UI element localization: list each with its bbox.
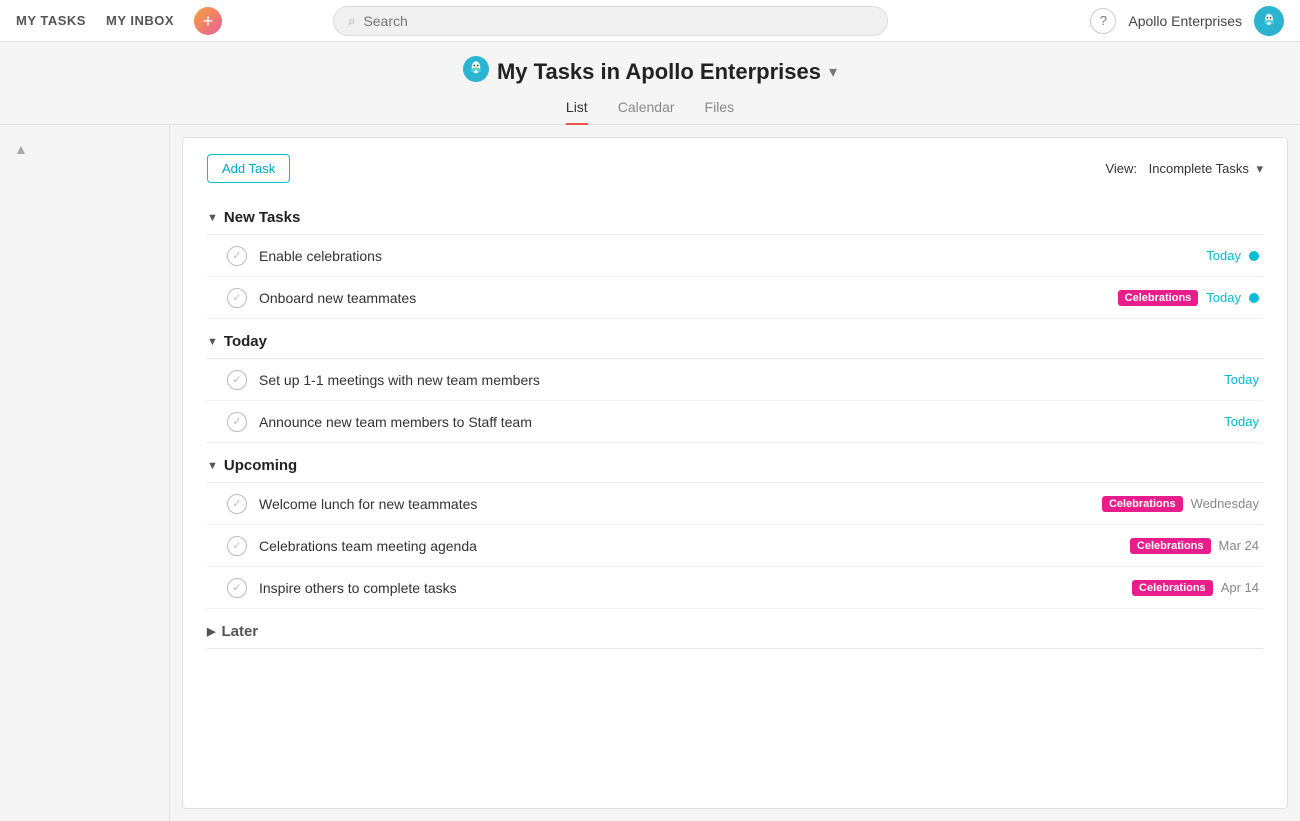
top-nav: MY TASKS MY INBOX + ⌕ ? Apollo Enterpris… [0, 0, 1300, 42]
task-dot-icon [1249, 251, 1259, 261]
sidebar-collapse-icon[interactable]: ▲ [0, 135, 169, 163]
task-right: Celebrations Wednesday [1102, 496, 1259, 512]
task-name: Set up 1-1 meetings with new team member… [259, 372, 1212, 388]
task-check-icon[interactable]: ✓ [227, 412, 247, 432]
task-check-icon[interactable]: ✓ [227, 246, 247, 266]
task-right: Celebrations Apr 14 [1132, 580, 1259, 596]
task-name: Inspire others to complete tasks [259, 580, 1120, 596]
section-label-upcoming: Upcoming [224, 457, 297, 474]
page-icon [463, 56, 489, 88]
section-upcoming: ▼ Upcoming ✓ Welcome lunch for new teamm… [183, 443, 1287, 609]
search-icon: ⌕ [348, 13, 355, 29]
page-header: My Tasks in Apollo Enterprises ▾ List Ca… [0, 42, 1300, 125]
view-value: Incomplete Tasks [1149, 161, 1249, 176]
my-inbox-nav[interactable]: MY INBOX [106, 13, 174, 28]
task-date: Today [1224, 414, 1259, 429]
celebrations-tag: Celebrations [1118, 290, 1199, 306]
section-label-new-tasks: New Tasks [224, 209, 300, 226]
section-chevron-icon: ▶ [207, 625, 215, 638]
task-row[interactable]: ✓ Inspire others to complete tasks Celeb… [207, 567, 1263, 609]
task-date: Today [1224, 372, 1259, 387]
task-row[interactable]: ✓ Set up 1-1 meetings with new team memb… [207, 359, 1263, 401]
help-button[interactable]: ? [1090, 8, 1116, 34]
section-chevron-icon: ▼ [207, 460, 218, 472]
org-name: Apollo Enterprises [1128, 13, 1242, 29]
view-selector[interactable]: View: Incomplete Tasks ▾ [1105, 161, 1263, 177]
sidebar: ▲ [0, 125, 170, 821]
task-date: Today [1206, 290, 1241, 305]
section-header-today[interactable]: ▼ Today [207, 319, 1263, 358]
task-row[interactable]: ✓ Celebrations team meeting agenda Celeb… [207, 525, 1263, 567]
task-row[interactable]: ✓ Enable celebrations Today [207, 235, 1263, 277]
task-date: Today [1206, 248, 1241, 263]
task-name: Onboard new teammates [259, 290, 1106, 306]
tabs: List Calendar Files [0, 98, 1300, 125]
section-header-new-tasks[interactable]: ▼ New Tasks [207, 195, 1263, 234]
task-right: Celebrations Mar 24 [1130, 538, 1259, 554]
nav-right: ? Apollo Enterprises [1090, 6, 1284, 36]
task-right: Today [1224, 414, 1259, 429]
layout: ▲ Add Task View: Incomplete Tasks ▾ ▼ Ne… [0, 125, 1300, 821]
toolbar: Add Task View: Incomplete Tasks ▾ [183, 138, 1287, 195]
add-button[interactable]: + [194, 7, 222, 35]
tab-calendar[interactable]: Calendar [618, 99, 675, 125]
task-name: Announce new team members to Staff team [259, 414, 1212, 430]
task-right: Today [1206, 248, 1259, 263]
main-content: Add Task View: Incomplete Tasks ▾ ▼ New … [182, 137, 1288, 809]
celebrations-tag: Celebrations [1130, 538, 1211, 554]
task-check-icon[interactable]: ✓ [227, 288, 247, 308]
task-date: Mar 24 [1219, 538, 1259, 553]
page-title: My Tasks in Apollo Enterprises [497, 59, 821, 85]
task-name: Welcome lunch for new teammates [259, 496, 1090, 512]
task-check-icon[interactable]: ✓ [227, 370, 247, 390]
task-right: Celebrations Today [1118, 290, 1259, 306]
section-new-tasks: ▼ New Tasks ✓ Enable celebrations Today … [183, 195, 1287, 319]
section-chevron-icon: ▼ [207, 212, 218, 224]
task-check-icon[interactable]: ✓ [227, 494, 247, 514]
section-later: ▶ Later [183, 609, 1287, 649]
section-header-later[interactable]: ▶ Later [207, 609, 1263, 648]
task-date: Wednesday [1191, 496, 1259, 511]
task-row[interactable]: ✓ Announce new team members to Staff tea… [207, 401, 1263, 443]
task-right: Today [1224, 372, 1259, 387]
avatar[interactable] [1254, 6, 1284, 36]
celebrations-tag: Celebrations [1132, 580, 1213, 596]
task-check-icon[interactable]: ✓ [227, 536, 247, 556]
section-today: ▼ Today ✓ Set up 1-1 meetings with new t… [183, 319, 1287, 443]
task-name: Celebrations team meeting agenda [259, 538, 1118, 554]
page-title-row: My Tasks in Apollo Enterprises ▾ [463, 56, 837, 88]
section-chevron-icon: ▼ [207, 336, 218, 348]
search-input[interactable] [363, 13, 873, 29]
task-date: Apr 14 [1221, 580, 1259, 595]
view-label: View: [1105, 161, 1137, 176]
section-header-upcoming[interactable]: ▼ Upcoming [207, 443, 1263, 482]
search-bar: ⌕ [333, 6, 888, 36]
task-row[interactable]: ✓ Welcome lunch for new teammates Celebr… [207, 483, 1263, 525]
task-dot-icon [1249, 293, 1259, 303]
my-tasks-nav[interactable]: MY TASKS [16, 13, 86, 28]
task-row[interactable]: ✓ Onboard new teammates Celebrations Tod… [207, 277, 1263, 319]
add-task-button[interactable]: Add Task [207, 154, 290, 183]
celebrations-tag: Celebrations [1102, 496, 1183, 512]
page-title-chevron-icon[interactable]: ▾ [829, 62, 837, 82]
task-name: Enable celebrations [259, 248, 1194, 264]
task-check-icon[interactable]: ✓ [227, 578, 247, 598]
tab-list[interactable]: List [566, 99, 588, 125]
tab-files[interactable]: Files [705, 99, 735, 125]
section-label-today: Today [224, 333, 267, 350]
section-label-later: Later [221, 623, 258, 640]
